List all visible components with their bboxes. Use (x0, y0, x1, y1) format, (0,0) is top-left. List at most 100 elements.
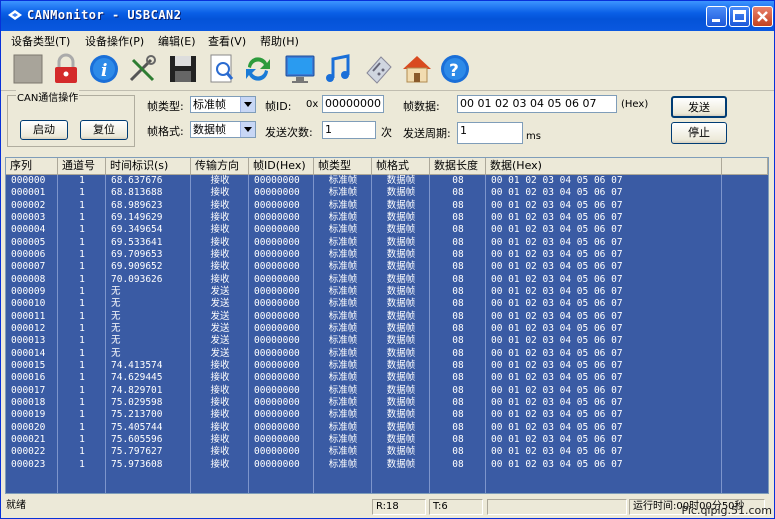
maximize-button[interactable] (729, 6, 750, 27)
cell-seq: 000001 (11, 187, 46, 199)
table-row[interactable]: 000006 1 69.709653 接收 00000000 标准帧 数据帧 08 00 01 … (6, 249, 768, 261)
cell-frame-id: 00000000 (254, 298, 300, 310)
lock-icon[interactable] (50, 53, 82, 85)
cell-frame-type: 标准帧 (328, 211, 358, 223)
table-row[interactable]: 000009 1 无 发送 00000000 标准帧 数据帧 08 00 01 02 03 04… (6, 286, 768, 298)
table-row[interactable]: 000003 1 69.149629 接收 00000000 标准帧 数据帧 08 00 01 … (6, 212, 768, 224)
menu-device-operation[interactable]: 设备操作(P) (85, 33, 144, 49)
search-icon[interactable] (206, 53, 238, 85)
cell-timestamp: 69.533641 (111, 236, 163, 248)
table-row[interactable]: 000007 1 69.909652 接收 00000000 标准帧 数据帧 08 00 01 … (6, 261, 768, 273)
cell-timestamp: 74.413574 (111, 359, 163, 371)
cell-channel: 1 (79, 273, 85, 285)
send-period-input[interactable]: 1 (457, 122, 523, 144)
cell-frame-format: 数据帧 (386, 359, 416, 371)
table-row[interactable]: 000016 1 74.629445 接收 00000000 标准帧 数据帧 08 00 01 … (6, 372, 768, 384)
column-header-seq[interactable]: 序列 (6, 158, 58, 174)
table-row[interactable]: 000011 1 无 发送 00000000 标准帧 数据帧 08 00 01 02 03 04… (6, 311, 768, 323)
cell-timestamp: 75.029598 (111, 396, 163, 408)
cell-direction: 接收 (210, 261, 230, 273)
refresh-icon[interactable] (242, 53, 274, 85)
cell-frame-id: 00000000 (254, 285, 300, 297)
frame-format-select[interactable]: 数据帧 (190, 121, 256, 138)
svg-text:i: i (101, 61, 107, 81)
title-bar[interactable]: CANMonitor - USBCAN2 (1, 1, 774, 31)
menu-device-type[interactable]: 设备类型(T) (11, 33, 70, 49)
menu-help[interactable]: 帮助(H) (260, 33, 299, 49)
cell-seq: 000022 (11, 446, 46, 458)
cell-frame-format: 数据帧 (386, 175, 416, 186)
home-icon[interactable] (401, 53, 433, 85)
send-button[interactable]: 发送 (671, 96, 727, 118)
column-header-frame-id[interactable]: 帧ID(Hex) (249, 158, 314, 174)
message-table[interactable]: 序列 通道号 时间标识(s) 传输方向 帧ID(Hex) 帧类型 帧格式 数据长度 数据(Hex… (5, 157, 769, 494)
table-row[interactable]: 000005 1 69.533641 接收 00000000 标准帧 数据帧 08 00 01 … (6, 237, 768, 249)
column-header-direction[interactable]: 传输方向 (191, 158, 249, 174)
table-row[interactable]: 000019 1 75.213700 接收 00000000 标准帧 数据帧 08 00 01 … (6, 409, 768, 421)
table-row[interactable]: 000023 1 75.973608 接收 00000000 标准帧 数据帧 08 00 01 … (6, 459, 768, 471)
column-header-frame-type[interactable]: 帧类型 (314, 158, 372, 174)
cell-frame-format: 数据帧 (386, 224, 416, 236)
table-row[interactable]: 000014 1 无 发送 00000000 标准帧 数据帧 08 00 01 02 03 04… (6, 348, 768, 360)
table-row[interactable]: 000010 1 无 发送 00000000 标准帧 数据帧 08 00 01 02 03 04… (6, 298, 768, 310)
cell-timestamp: 无 (111, 298, 121, 310)
monitor-icon[interactable] (284, 53, 316, 85)
tools-icon[interactable] (126, 53, 158, 85)
table-row[interactable]: 000022 1 75.797627 接收 00000000 标准帧 数据帧 08 00 01 … (6, 446, 768, 458)
menu-edit[interactable]: 编辑(E) (158, 33, 196, 49)
minimize-button[interactable] (706, 6, 727, 27)
help-icon[interactable]: ? (439, 53, 471, 85)
table-row[interactable]: 000012 1 无 发送 00000000 标准帧 数据帧 08 00 01 02 03 04… (6, 323, 768, 335)
cell-seq: 000018 (11, 396, 46, 408)
info-icon[interactable]: i (88, 53, 120, 85)
table-body[interactable]: 000000 1 68.637676 接收 00000000 标准帧 数据帧 08 00 01 … (6, 175, 768, 493)
stop-button[interactable]: 停止 (671, 122, 727, 144)
frame-id-input[interactable]: 00000000 (322, 95, 384, 113)
table-row[interactable]: 000004 1 69.349654 接收 00000000 标准帧 数据帧 08 00 01 … (6, 224, 768, 236)
table-row[interactable]: 000013 1 无 发送 00000000 标准帧 数据帧 08 00 01 02 03 04… (6, 335, 768, 347)
cell-direction: 接收 (210, 211, 230, 223)
cell-channel: 1 (79, 298, 85, 310)
cell-data-length: 08 (452, 285, 464, 297)
cell-timestamp: 75.797627 (111, 446, 163, 458)
frame-type-select[interactable]: 标准帧 (190, 96, 256, 113)
table-row[interactable]: 000000 1 68.637676 接收 00000000 标准帧 数据帧 08 00 01 … (6, 175, 768, 187)
table-row[interactable]: 000008 1 70.093626 接收 00000000 标准帧 数据帧 08 00 01 … (6, 274, 768, 286)
stop-icon[interactable] (12, 53, 44, 85)
table-row[interactable]: 000018 1 75.029598 接收 00000000 标准帧 数据帧 08 00 01 … (6, 397, 768, 409)
start-button[interactable]: 启动 (20, 120, 68, 140)
column-header-data-length[interactable]: 数据长度 (430, 158, 486, 174)
save-icon[interactable] (167, 53, 199, 85)
send-count-input[interactable]: 1 (322, 121, 376, 139)
table-row[interactable]: 000017 1 74.829701 接收 00000000 标准帧 数据帧 08 00 01 … (6, 385, 768, 397)
cell-frame-type: 标准帧 (328, 347, 358, 359)
frame-data-input[interactable]: 00 01 02 03 04 05 06 07 (457, 95, 617, 113)
cell-frame-type: 标准帧 (328, 384, 358, 396)
cell-timestamp: 无 (111, 310, 121, 322)
table-row[interactable]: 000020 1 75.405744 接收 00000000 标准帧 数据帧 08 00 01 … (6, 422, 768, 434)
table-row[interactable]: 000002 1 68.989623 接收 00000000 标准帧 数据帧 08 00 01 … (6, 200, 768, 212)
cell-seq: 000017 (11, 384, 46, 396)
cell-frame-type: 标准帧 (328, 285, 358, 297)
calculator-icon[interactable] (363, 53, 395, 85)
reset-button[interactable]: 复位 (80, 120, 128, 140)
cell-data-hex: 00 01 02 03 04 05 06 07 (491, 285, 623, 297)
cell-channel: 1 (79, 409, 85, 421)
menu-view[interactable]: 查看(V) (208, 33, 246, 49)
can-operation-group: CAN通信操作 启动 复位 (7, 89, 135, 147)
table-row[interactable]: 000001 1 68.813688 接收 00000000 标准帧 数据帧 08 00 01 … (6, 187, 768, 199)
table-row[interactable]: 000015 1 74.413574 接收 00000000 标准帧 数据帧 08 00 01 … (6, 360, 768, 372)
cell-timestamp: 无 (111, 285, 121, 297)
window-title: CANMonitor - USBCAN2 (27, 8, 182, 22)
column-header-timestamp[interactable]: 时间标识(s) (106, 158, 191, 174)
close-button[interactable] (752, 6, 773, 27)
music-icon[interactable] (322, 53, 354, 85)
cell-data-length: 08 (452, 347, 464, 359)
cell-frame-id: 00000000 (254, 236, 300, 248)
cell-frame-type: 标准帧 (328, 409, 358, 421)
column-header-data-hex[interactable]: 数据(Hex) (486, 158, 722, 174)
column-header-frame-format[interactable]: 帧格式 (372, 158, 430, 174)
table-row[interactable]: 000021 1 75.605596 接收 00000000 标准帧 数据帧 08 00 01 … (6, 434, 768, 446)
cell-data-hex: 00 01 02 03 04 05 06 07 (491, 224, 623, 236)
column-header-channel[interactable]: 通道号 (58, 158, 106, 174)
